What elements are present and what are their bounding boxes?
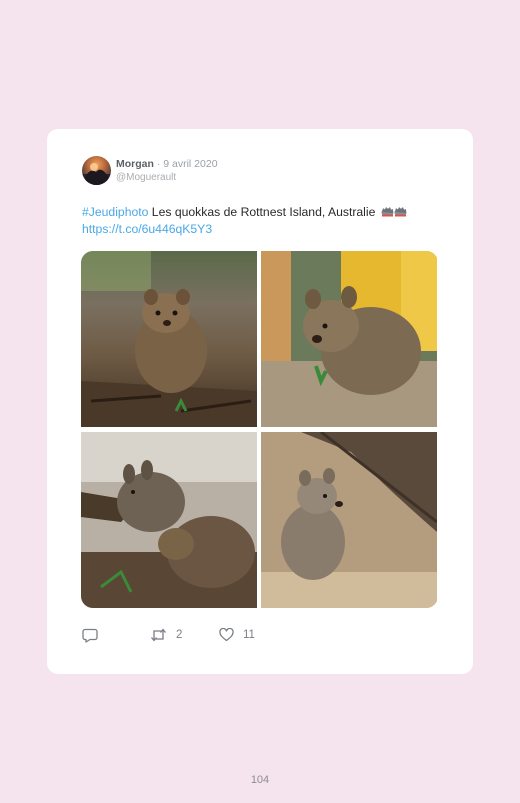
like-button[interactable]: 11 <box>219 628 255 642</box>
heart-icon <box>219 628 234 642</box>
reply-icon <box>82 628 98 643</box>
tweet-actions: 2 11 <box>82 628 442 646</box>
tweet-card: Morgan · 9 avril 2020 @Moguerault #Jeudi… <box>47 129 473 674</box>
author-name[interactable]: Morgan <box>116 158 154 170</box>
retweet-count: 2 <box>176 629 183 641</box>
tweet-body: Les quokkas de Rottnest Island, Australi… <box>148 205 379 219</box>
photo-grid <box>81 251 438 608</box>
reply-button[interactable] <box>82 628 98 643</box>
quokka-photo-2[interactable] <box>261 251 437 427</box>
retweet-button[interactable]: 2 <box>150 628 182 642</box>
retweet-icon <box>150 628 167 642</box>
quokka-photo-4[interactable] <box>261 432 437 608</box>
author-handle[interactable]: @Moguerault <box>116 172 176 183</box>
hashtag-link[interactable]: #Jeudiphoto <box>82 205 148 219</box>
like-count: 11 <box>243 629 255 641</box>
page-number: 104 <box>250 774 270 786</box>
tweet-link[interactable]: https://t.co/6u446qK5Y3 <box>82 222 212 236</box>
author-line: Morgan · 9 avril 2020 <box>116 158 218 170</box>
quokka-photo-3[interactable] <box>81 432 257 608</box>
avatar[interactable] <box>82 156 111 185</box>
quokka-photo-1[interactable] <box>81 251 257 427</box>
hedgehog-pair-icon <box>381 205 407 221</box>
tweet-text: #Jeudiphoto Les quokkas de Rottnest Isla… <box>82 204 452 237</box>
tweet-date[interactable]: · 9 avril 2020 <box>157 158 218 170</box>
